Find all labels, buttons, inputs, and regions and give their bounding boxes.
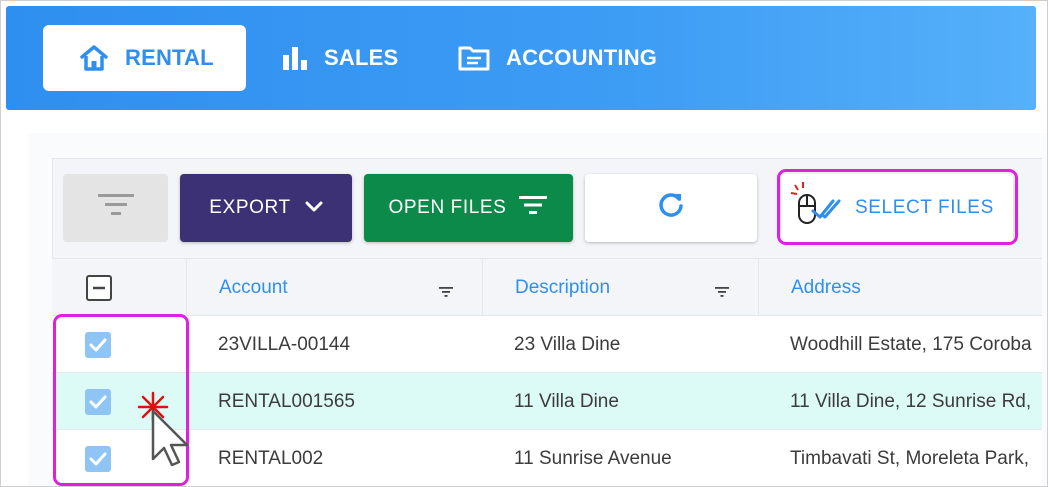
cell-description: 11 Villa Dine bbox=[514, 390, 619, 412]
row-checkbox[interactable] bbox=[85, 389, 111, 415]
chevron-down-icon bbox=[305, 197, 323, 219]
table-header: Account Description Address bbox=[52, 258, 1042, 317]
column-header-label: Address bbox=[791, 277, 861, 298]
cell-address: Timbavati St, Moreleta Park, bbox=[790, 447, 1029, 469]
column-header-address[interactable]: Address bbox=[758, 259, 1042, 317]
mouse-cursor-icon bbox=[135, 389, 193, 469]
tab-rental-label: RENTAL bbox=[125, 45, 214, 70]
column-header-description[interactable]: Description bbox=[482, 259, 758, 317]
refresh-button[interactable] bbox=[585, 174, 757, 242]
cell-account: RENTAL002 bbox=[218, 447, 324, 469]
app-window: RENTAL SALES ACCOUNTING EXPORT OPEN FILE… bbox=[0, 0, 1048, 487]
filter-button[interactable] bbox=[63, 174, 168, 242]
select-files-button[interactable]: SELECT FILES bbox=[781, 174, 1013, 242]
table-row[interactable]: 23VILLA-00144 23 Villa Dine Woodhill Est… bbox=[52, 316, 1042, 373]
cell-account: 23VILLA-00144 bbox=[218, 333, 351, 355]
row-checkbox[interactable] bbox=[85, 332, 111, 358]
table-row[interactable]: RENTAL001565 11 Villa Dine 11 Villa Dine… bbox=[52, 373, 1042, 430]
home-icon bbox=[79, 44, 109, 72]
column-header-account[interactable]: Account bbox=[186, 259, 482, 317]
filter-icon bbox=[97, 192, 135, 224]
open-files-label: OPEN FILES bbox=[388, 197, 507, 218]
export-button[interactable]: EXPORT bbox=[180, 174, 352, 242]
tab-sales-label: SALES bbox=[324, 45, 399, 70]
cell-address: Woodhill Estate, 175 Coroba bbox=[790, 333, 1032, 355]
select-all-checkbox[interactable] bbox=[86, 275, 112, 301]
tab-rental[interactable]: RENTAL bbox=[43, 25, 246, 91]
tab-accounting[interactable]: ACCOUNTING bbox=[458, 25, 657, 91]
column-filter-icon[interactable] bbox=[438, 282, 454, 304]
open-files-button[interactable]: OPEN FILES bbox=[364, 174, 573, 242]
export-label: EXPORT bbox=[209, 197, 291, 218]
top-nav: RENTAL SALES ACCOUNTING bbox=[6, 6, 1036, 110]
cell-description: 11 Sunrise Avenue bbox=[514, 447, 672, 469]
column-filter-icon[interactable] bbox=[714, 282, 730, 304]
header-select-all-cell bbox=[52, 259, 186, 317]
cell-account: RENTAL001565 bbox=[218, 390, 355, 412]
column-header-label: Account bbox=[219, 277, 288, 298]
bar-chart-icon bbox=[282, 45, 308, 71]
cell-description: 23 Villa Dine bbox=[514, 333, 621, 355]
cell-address: 11 Villa Dine, 12 Sunrise Rd, bbox=[790, 390, 1032, 412]
row-checkbox[interactable] bbox=[85, 446, 111, 472]
table-row[interactable]: RENTAL002 11 Sunrise Avenue Timbavati St… bbox=[52, 430, 1042, 486]
refresh-icon bbox=[657, 191, 685, 225]
folder-icon bbox=[458, 45, 490, 71]
column-header-label: Description bbox=[515, 277, 611, 298]
filter-lines-icon bbox=[518, 194, 548, 222]
select-files-label: SELECT FILES bbox=[855, 197, 994, 218]
tab-accounting-label: ACCOUNTING bbox=[506, 45, 658, 70]
mouse-click-icon bbox=[789, 181, 847, 235]
tab-sales[interactable]: SALES bbox=[282, 25, 398, 91]
